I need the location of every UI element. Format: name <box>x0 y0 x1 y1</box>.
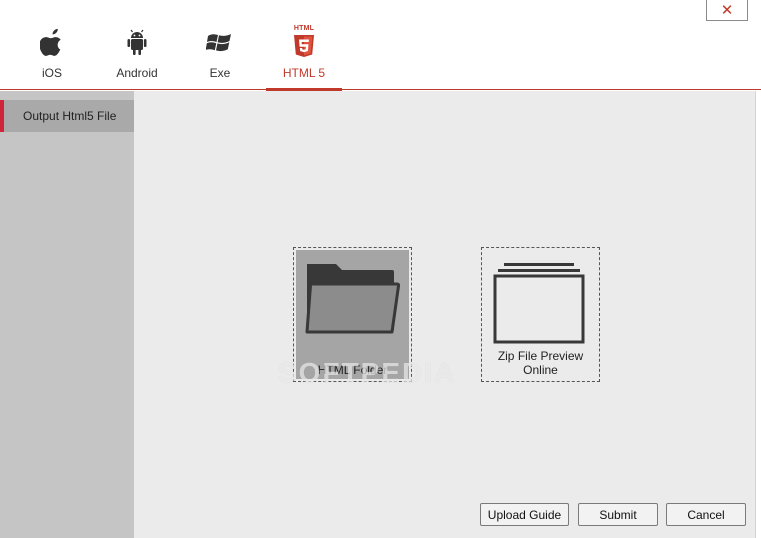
tab-exe[interactable]: Exe <box>182 28 258 90</box>
sidebar-item-output-html5-file[interactable]: Output Html5 File <box>0 100 134 132</box>
cancel-button[interactable]: Cancel <box>666 503 746 526</box>
tab-ios[interactable]: iOS <box>14 28 90 90</box>
close-button[interactable]: ✕ <box>706 0 748 21</box>
output-type-tabbar: iOS Android Exe HTML HTML 5 <box>0 0 761 91</box>
html-folder-option[interactable]: HTML Folder <box>293 247 412 382</box>
android-icon <box>123 28 151 58</box>
html5-icon: HTML <box>290 25 318 58</box>
html5-badge-text: HTML <box>293 25 315 32</box>
tab-exe-label: Exe <box>209 66 231 80</box>
tab-ios-label: iOS <box>41 66 62 80</box>
tab-android[interactable]: Android <box>99 28 175 90</box>
close-icon: ✕ <box>720 1 734 19</box>
zip-preview-option[interactable]: Zip File Preview Online <box>481 247 600 382</box>
tab-html5-label: HTML 5 <box>282 66 326 80</box>
zip-pages-icon <box>493 262 587 349</box>
sidebar-item-label: Output Html5 File <box>23 109 117 123</box>
upload-guide-button[interactable]: Upload Guide <box>480 503 569 526</box>
tab-html5[interactable]: HTML HTML 5 <box>266 25 342 91</box>
publish-dialog: iOS Android Exe HTML HTML 5 ✕ Output Htm… <box>0 0 761 538</box>
scroll-edge <box>755 91 761 538</box>
sidebar: Output Html5 File <box>0 91 134 538</box>
main-panel <box>134 91 755 538</box>
html-folder-label: HTML Folder <box>317 363 388 377</box>
tab-android-label: Android <box>116 66 158 80</box>
zip-preview-label-line2: Online <box>523 363 558 377</box>
submit-button[interactable]: Submit <box>578 503 658 526</box>
apple-icon <box>38 28 66 58</box>
windows-icon <box>206 28 234 58</box>
folder-icon <box>304 260 401 341</box>
zip-preview-label-line1: Zip File Preview <box>497 349 584 363</box>
